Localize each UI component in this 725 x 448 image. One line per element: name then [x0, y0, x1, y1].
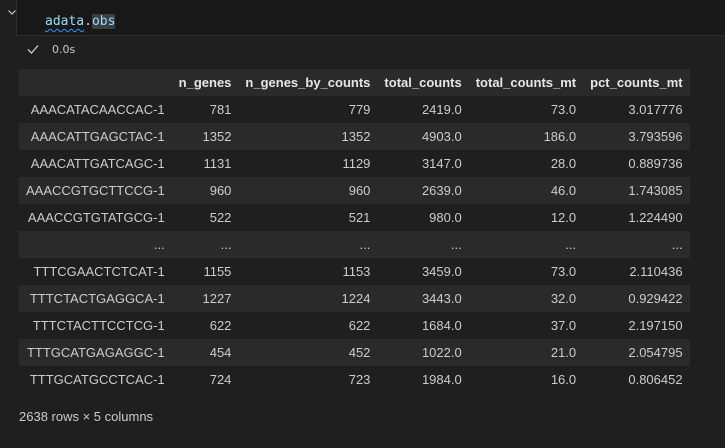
table-cell: 1684.0 [421, 318, 462, 333]
table-cell: 2.197150 [628, 318, 683, 333]
table-cell: 521 [348, 210, 371, 225]
code-variable: adata [45, 14, 85, 29]
row-index: AAACCGTGTATGCG-1 [27, 210, 165, 225]
table-cell: 522 [209, 210, 232, 225]
index-header [19, 69, 172, 96]
row-index: AAACATTGATCAGC-1 [30, 156, 165, 171]
table-cell: 16.0 [550, 372, 577, 387]
table-cell: 28.0 [550, 156, 577, 171]
table-cell: 0.929422 [628, 291, 683, 306]
table-cell: ... [359, 237, 371, 252]
table-cell: 1224 [341, 291, 371, 306]
row-index: AAACATACAACCAC-1 [30, 102, 165, 117]
execution-time: 0.0s [52, 42, 76, 56]
table-cell: 1.743085 [628, 183, 683, 198]
code-line[interactable]: adata.obs [45, 13, 116, 31]
row-index: TTTCTACTTCCTCG-1 [32, 318, 165, 333]
table-cell: 32.0 [550, 291, 577, 306]
table-header-row: n_genes n_genes_by_counts total_counts t… [19, 69, 690, 96]
table-cell: 1352 [202, 129, 232, 144]
table-cell: 3.793596 [628, 129, 683, 144]
table-cell: 21.0 [550, 345, 577, 360]
row-index: AAACATTGAGCTAC-1 [30, 129, 165, 144]
table-cell: 723 [348, 372, 371, 387]
table-row: AAACCGTGTATGCG-1 522 521 980.0 12.0 1.22… [19, 204, 690, 231]
table-cell: 1129 [342, 156, 371, 171]
row-index: AAACCGTGCTTCCG-1 [26, 183, 165, 198]
table-cell: 452 [348, 345, 371, 360]
code-attribute: obs [91, 14, 116, 29]
dataframe-table: n_genes n_genes_by_counts total_counts t… [19, 69, 690, 393]
table-cell: 1227 [202, 291, 232, 306]
table-cell: 3.017776 [628, 102, 683, 117]
row-index: TTTCGAACTCTCAT-1 [33, 264, 165, 279]
table-row: AAACCGTGCTTCCG-1 960 960 2639.0 46.0 1.7… [19, 177, 690, 204]
table-row: TTTGCATGAGAGGC-1 454 452 1022.0 21.0 2.0… [19, 339, 690, 366]
table-cell: 781 [209, 102, 232, 117]
table-row: TTTCTACTTCCTCG-1 622 622 1684.0 37.0 2.1… [19, 312, 690, 339]
table-cell: 0.889736 [628, 156, 683, 171]
table-cell: 960 [348, 183, 371, 198]
table-cell: 454 [209, 345, 232, 360]
row-index: TTTGCATGAGAGGC-1 [26, 345, 165, 360]
table-cell: 1153 [342, 264, 371, 279]
table-cell: 2419.0 [421, 102, 462, 117]
table-cell: ... [450, 237, 462, 252]
table-cell: 73.0 [550, 102, 577, 117]
code-cell-editor[interactable]: adata.obs [16, 0, 725, 36]
table-row: TTTCGAACTCTCAT-1 1155 1153 3459.0 73.0 2… [19, 258, 690, 285]
table-cell: 0.806452 [628, 372, 683, 387]
table-cell: 724 [209, 372, 232, 387]
cell-output: n_genes n_genes_by_counts total_counts t… [19, 69, 690, 393]
table-cell: 1.224490 [628, 210, 683, 225]
table-row: AAACATTGAGCTAC-1 1352 1352 4903.0 186.0 … [19, 123, 690, 150]
table-cell: 3443.0 [421, 291, 462, 306]
table-cell: 980.0 [429, 210, 462, 225]
table-cell: 1352 [341, 129, 371, 144]
table-cell: 1984.0 [421, 372, 462, 387]
row-index: TTTCTACTGAGGCA-1 [29, 291, 165, 306]
dataframe-shape-note: 2638 rows × 5 columns [19, 409, 154, 424]
table-cell: 3459.0 [421, 264, 462, 279]
table-cell: 622 [209, 318, 232, 333]
table-cell: 1155 [203, 264, 232, 279]
table-cell: 2.054795 [628, 345, 683, 360]
notebook-page: adata.obs 0.0s n_genes n_genes_by_counts… [0, 0, 725, 448]
table-cell: 960 [209, 183, 232, 198]
table-cell: 46.0 [550, 183, 577, 198]
column-header: total_counts [384, 75, 462, 90]
execution-status: 0.0s [26, 40, 75, 58]
column-header: total_counts_mt [475, 75, 577, 90]
code-dot: . [84, 14, 92, 29]
row-index: TTTGCATGCCTCAC-1 [29, 372, 165, 387]
column-header: n_genes_by_counts [245, 75, 371, 90]
table-cell: 4903.0 [421, 129, 462, 144]
check-icon [26, 42, 40, 56]
table-cell: 12.0 [550, 210, 577, 225]
table-cell: 622 [348, 318, 371, 333]
table-row: TTTCTACTGAGGCA-1 1227 1224 3443.0 32.0 0… [19, 285, 690, 312]
table-cell: 2639.0 [421, 183, 462, 198]
table-cell: 3147.0 [421, 156, 462, 171]
table-cell: ... [565, 237, 577, 252]
table-cell: 73.0 [550, 264, 577, 279]
table-cell: 186.0 [543, 129, 577, 144]
row-index: ... [153, 237, 165, 252]
table-cell: 779 [348, 102, 371, 117]
column-header: pct_counts_mt [590, 75, 683, 90]
table-cell: 1131 [203, 156, 232, 171]
column-header: n_genes [178, 75, 232, 90]
table-cell: 1022.0 [421, 345, 462, 360]
table-cell: 37.0 [550, 318, 577, 333]
table-row: AAACATACAACCAC-1 781 779 2419.0 73.0 3.0… [19, 96, 690, 123]
table-row-ellipsis: ... ... ... ... ... ... [19, 231, 690, 258]
table-row: AAACATTGATCAGC-1 1131 1129 3147.0 28.0 0… [19, 150, 690, 177]
table-cell: 2.110436 [629, 264, 683, 279]
table-cell: ... [220, 237, 232, 252]
table-row: TTTGCATGCCTCAC-1 724 723 1984.0 16.0 0.8… [19, 366, 690, 393]
table-cell: ... [671, 237, 683, 252]
